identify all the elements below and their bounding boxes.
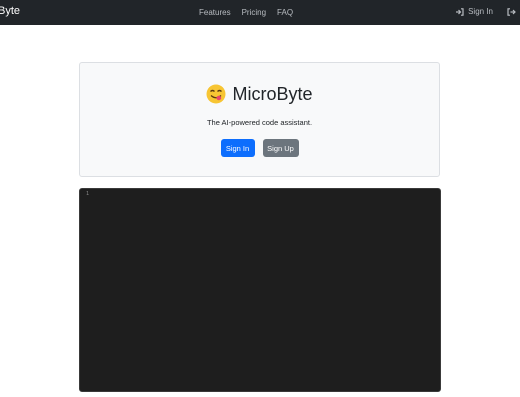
nav-links: Features Pricing FAQ [199,8,293,17]
sign-out-icon[interactable] [507,7,516,16]
line-number: 1 [86,191,90,197]
nav-link-faq[interactable]: FAQ [277,8,293,17]
signin-button[interactable]: Sign In [220,139,255,157]
face-savoring-food-icon [206,84,226,109]
nav-signin-link[interactable]: Sign In [455,7,493,16]
sign-in-icon [455,7,464,16]
navbar: Byte Features Pricing FAQ Sign In [0,0,520,25]
nav-link-pricing[interactable]: Pricing [242,8,266,17]
code-editor[interactable]: 1 [79,188,441,392]
nav-right: Sign In [455,7,516,16]
nav-link-features[interactable]: Features [199,8,231,17]
navbar-brand[interactable]: Byte [0,5,20,17]
hero-subtitle: The AI-powered code assistant. [206,118,313,127]
hero-buttons: Sign In Sign Up [80,139,439,157]
hero-title: MicroByte [80,84,439,109]
nav-signin-label: Sign In [468,7,493,16]
hero-card: MicroByte The AI-powered code assistant.… [79,62,440,177]
signup-button[interactable]: Sign Up [262,139,299,157]
hero-title-text: MicroByte [232,84,313,104]
